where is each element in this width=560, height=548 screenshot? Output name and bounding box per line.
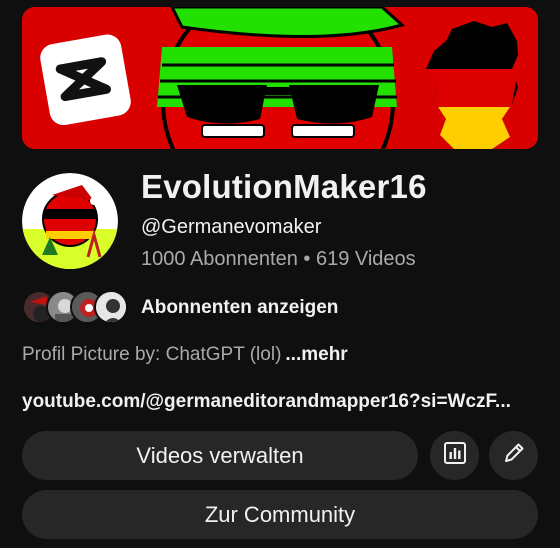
description-text: Profil Picture by: ChatGPT (lol) xyxy=(22,344,282,365)
channel-description[interactable]: Profil Picture by: ChatGPT (lol) ...mehr xyxy=(22,344,348,366)
channel-link[interactable]: youtube.com/@germaneditorandmapper16?si=… xyxy=(22,391,538,413)
channel-banner[interactable] xyxy=(22,7,538,149)
edit-channel-button[interactable] xyxy=(489,431,538,480)
analytics-button[interactable] xyxy=(430,431,479,480)
subscriber-avatar xyxy=(94,290,128,324)
subscriber-avatars xyxy=(22,290,130,324)
community-button[interactable]: Zur Community xyxy=(22,490,538,539)
view-subscribers-label: Abonnenten anzeigen xyxy=(141,297,339,318)
channel-avatar[interactable] xyxy=(22,173,118,269)
bar-chart-icon xyxy=(442,440,468,472)
view-subscribers-row[interactable]: Abonnenten anzeigen xyxy=(22,289,338,325)
channel-handle: @Germanevomaker xyxy=(141,216,322,238)
channel-stats: 1000 Abonnenten • 619 Videos xyxy=(141,248,416,270)
channel-name: EvolutionMaker16 xyxy=(141,168,427,205)
pencil-icon xyxy=(501,440,527,472)
more-link[interactable]: ...mehr xyxy=(285,344,347,365)
manage-videos-button[interactable]: Videos verwalten xyxy=(22,431,418,480)
